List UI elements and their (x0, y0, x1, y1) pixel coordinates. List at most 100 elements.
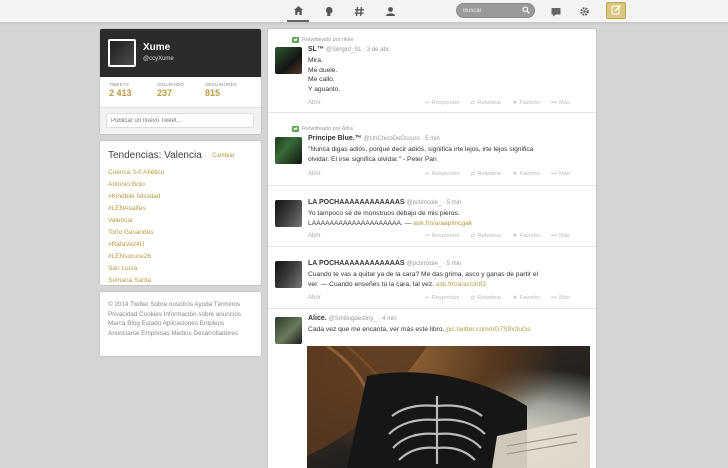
tweet-line: ver. — Cuando enseñes tú la cara, tal ve… (308, 280, 590, 290)
author-name[interactable]: LA POCHAAAAAAAAAAAAS (308, 260, 405, 267)
tweet-line: Cada vez que me encanta, ver más este li… (308, 325, 590, 335)
expand-link[interactable]: Abrir (308, 233, 321, 239)
tweet-actions: ↩ Responder ⇄ Retwitear ★ Favorito ••• Más (425, 171, 570, 177)
expand-link[interactable]: Abrir (308, 171, 321, 177)
compose-tweet-input[interactable] (106, 113, 254, 128)
reply-label: Responder (431, 233, 460, 239)
trend-item[interactable]: Antonio Bolo (108, 179, 164, 191)
favorite-button[interactable]: ★ Favorito (512, 295, 540, 301)
stat-tweets[interactable]: TWEETS 2 413 (109, 82, 157, 98)
tweet-item[interactable]: ⇄ Retwitteado por rikke SL™ @Sergiof_SL … (268, 29, 596, 113)
change-trends-link[interactable]: Cambiar (212, 153, 235, 159)
author-handle[interactable]: @pctimsole_ · 5 min (407, 261, 462, 267)
favorite-button[interactable]: ★ Favorito (512, 100, 540, 106)
tweet-text: Cuando te vas a quitar ya de la cara? Me… (308, 270, 590, 289)
retweet-label: Retwitear (477, 100, 502, 106)
author-name[interactable]: Principe Blue.™ (308, 135, 362, 142)
profile-name[interactable]: Xume (143, 42, 170, 53)
more-label: Más (559, 295, 570, 301)
tweet-link[interactable]: ask.fm/a/accilr82 (436, 281, 486, 288)
stat-value: 237 (157, 88, 173, 98)
avatar[interactable] (275, 200, 302, 227)
tweet-actions: ↩ Responder ⇄ Retwitear ★ Favorito ••• Más (425, 100, 570, 106)
avatar[interactable] (275, 261, 302, 288)
tweet-item[interactable]: LA POCHAAAAAAAAAAAAS @pctimsole_ · 5 min… (268, 253, 596, 309)
more-label: Más (559, 233, 570, 239)
home-icon[interactable] (287, 0, 309, 22)
reply-button[interactable]: ↩ Responder (425, 100, 460, 106)
retweet-button[interactable]: ⇄ Retwitear (471, 100, 502, 106)
profile-handle[interactable]: @ccyXume (143, 56, 174, 62)
discover-hash-icon[interactable] (348, 0, 370, 22)
footer-links[interactable]: © 2014 Twitter Sobre nosotros Ayuda Térm… (108, 300, 254, 338)
author-handle[interactable]: @pctimsole_ · 5 min (407, 200, 462, 206)
tweet-link[interactable]: pic.twitter.com/nG7S9x3uGs (446, 326, 530, 333)
favorite-button[interactable]: ★ Favorito (512, 171, 540, 177)
me-icon[interactable] (379, 0, 401, 22)
tweet-header: Alice. @Smilingdestiny_ · 4 min (308, 315, 397, 322)
tweet-text: Cada vez que me encanta, ver más este li… (308, 325, 590, 335)
tweet-item[interactable]: ⇄ Retwitteado por Alba Principe Blue.™ @… (268, 120, 596, 186)
trend-item[interactable]: Semana Santa (108, 275, 164, 287)
search-icon[interactable] (522, 6, 530, 16)
avatar[interactable] (108, 39, 136, 67)
trend-item[interactable]: Cuenca 3-0 Atlético (108, 167, 164, 179)
author-name[interactable]: Alice. (308, 315, 327, 322)
reply-button[interactable]: ↩ Responder (425, 233, 460, 239)
tweet-line: Me duele. (308, 66, 338, 74)
search-box[interactable] (456, 3, 535, 18)
more-icon: ••• (551, 100, 558, 106)
retweet-context-text[interactable]: Retwitteado por Alba (302, 126, 353, 132)
messages-icon[interactable] (545, 0, 567, 22)
reply-label: Responder (431, 100, 460, 106)
author-name[interactable]: SL™ (308, 46, 324, 53)
gear-icon[interactable] (573, 0, 595, 22)
connect-icon[interactable] (318, 0, 340, 22)
reply-icon: ↩ (425, 295, 430, 301)
trend-item[interactable]: #Kindbile felicidad (108, 191, 164, 203)
tweet-line: Y aguanto. (308, 85, 341, 93)
trend-item[interactable]: #LENsoruce26 (108, 251, 164, 263)
favorite-label: Favorito (519, 233, 541, 239)
tweet-photo[interactable] (307, 346, 590, 468)
trend-item[interactable]: San Lucía (108, 263, 164, 275)
tweet-text: "Nunca digas adiós, porque decir adiós, … (308, 145, 590, 164)
author-handle[interactable]: @Sergiof_SL · 3 de abr. (326, 47, 390, 53)
trend-item[interactable]: Valencia (108, 215, 164, 227)
retweet-context: ⇄ Retwitteado por rikke (292, 37, 354, 43)
trend-item[interactable]: Toño Gasandes (108, 227, 164, 239)
retweet-context-text[interactable]: Retwitteado por rikke (302, 37, 354, 43)
search-input[interactable] (463, 6, 521, 16)
more-button[interactable]: ••• Más (551, 100, 570, 106)
reply-button[interactable]: ↩ Responder (425, 171, 460, 177)
avatar[interactable] (275, 47, 302, 74)
retweet-button[interactable]: ⇄ Retwitear (471, 233, 502, 239)
stat-followers[interactable]: SEGUIDORES 815 (205, 82, 253, 98)
tweet-item[interactable]: LA POCHAAAAAAAAAAAAS @pctimsole_ · 5 min… (268, 192, 596, 247)
trend-item[interactable]: #RafaVez4U (108, 239, 164, 251)
author-name[interactable]: LA POCHAAAAAAAAAAAAS (308, 199, 405, 206)
stat-value: 815 (205, 88, 221, 98)
author-handle[interactable]: @Smilingdestiny_ · 4 min (329, 316, 397, 322)
author-handle[interactable]: @UnChicoDeOscuro · 5 min (364, 136, 440, 142)
stat-following[interactable]: SIGUIENDO 237 (157, 82, 205, 98)
tweet-link[interactable]: ask.fm/a/aaplincgak (413, 220, 472, 227)
stat-value: 2 413 (109, 88, 132, 98)
avatar[interactable] (275, 317, 302, 344)
favorite-button[interactable]: ★ Favorito (512, 233, 540, 239)
expand-link[interactable]: Abrir (308, 295, 321, 301)
retweet-button[interactable]: ⇄ Retwitear (471, 171, 502, 177)
reply-button[interactable]: ↩ Responder (425, 295, 460, 301)
avatar[interactable] (275, 137, 302, 164)
photo-illustration (307, 346, 590, 468)
trends-card: Tendencias: Valencia Cambiar Cuenca 3-0 … (99, 140, 262, 286)
trend-item[interactable]: #LENAsalfes (108, 203, 164, 215)
reply-icon: ↩ (425, 171, 430, 177)
compose-tweet-button[interactable] (606, 2, 626, 19)
more-button[interactable]: ••• Más (551, 233, 570, 239)
retweet-button[interactable]: ⇄ Retwitear (471, 295, 502, 301)
expand-link[interactable]: Abrir (308, 100, 321, 106)
more-button[interactable]: ••• Más (551, 171, 570, 177)
more-button[interactable]: ••• Más (551, 295, 570, 301)
compose-area (100, 107, 261, 134)
